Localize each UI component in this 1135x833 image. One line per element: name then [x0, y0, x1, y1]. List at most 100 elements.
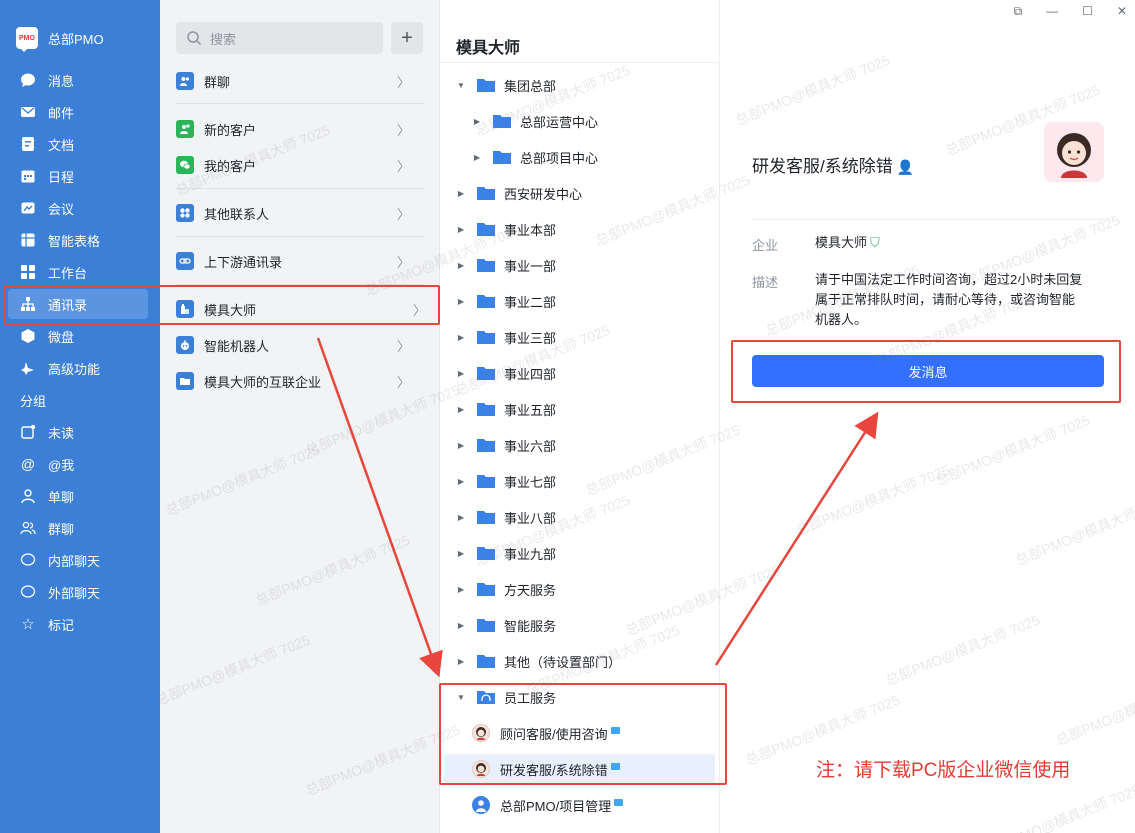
search-input[interactable]: 搜索: [176, 22, 383, 54]
org-title: 模具大师: [456, 40, 521, 57]
list-item-upstream-downstream[interactable]: 上下游通讯录 〉: [176, 246, 424, 276]
nav-item-mail[interactable]: 邮件: [8, 97, 148, 127]
at-icon: @: [20, 456, 36, 472]
list-item-other-contacts[interactable]: 其他联系人 〉: [176, 198, 424, 228]
list-item-new-customers[interactable]: 新的客户 〉: [176, 114, 424, 144]
pinwheel-icon: [176, 204, 194, 222]
chevron-right-icon: 〉: [396, 74, 410, 90]
list-item-group-chats[interactable]: 群聊 〉: [176, 66, 424, 96]
caret-right-icon[interactable]: ▶: [454, 657, 468, 666]
member-item[interactable]: 顾问客服/使用咨询: [472, 718, 620, 748]
caret-down-icon[interactable]: ▼: [454, 81, 468, 90]
nav-item-advanced[interactable]: 高级功能: [8, 353, 148, 383]
nav-item-messages[interactable]: 消息: [8, 65, 148, 95]
tree-node[interactable]: ▶ 事业一部: [454, 250, 556, 280]
tree-node[interactable]: ▶ 总部项目中心: [470, 142, 598, 172]
pin-window-button[interactable]: ⧉: [1014, 4, 1023, 19]
member-item[interactable]: 研发客服/系统除错: [444, 754, 715, 784]
avatar: [472, 724, 490, 742]
caret-right-icon[interactable]: ▶: [454, 441, 468, 450]
caret-right-icon[interactable]: ▶: [454, 621, 468, 630]
caret-right-icon[interactable]: ▶: [454, 369, 468, 378]
tree-node[interactable]: ▶ 总部运营中心: [470, 106, 598, 136]
caret-right-icon[interactable]: ▶: [470, 153, 484, 162]
list-item-label: 群聊: [204, 74, 231, 90]
caret-right-icon[interactable]: ▶: [454, 333, 468, 342]
tree-node[interactable]: ▶ 事业五部: [454, 394, 556, 424]
tree-node[interactable]: ▶ 智能服务: [454, 610, 556, 640]
tree-node[interactable]: ▼ 员工服务: [454, 682, 556, 712]
nav-group-unread[interactable]: 未读: [8, 417, 148, 447]
calendar-icon: [20, 168, 36, 184]
nav-group-at-me[interactable]: @ @我: [8, 449, 148, 479]
list-item-label: 上下游通讯录: [204, 254, 283, 270]
caret-right-icon[interactable]: ▶: [454, 297, 468, 306]
nav-group-group-chat[interactable]: 群聊: [8, 513, 148, 543]
nav-item-smart-sheet[interactable]: 智能表格: [8, 225, 148, 255]
sparkle-icon: [20, 360, 36, 376]
caret-right-icon[interactable]: ▶: [454, 513, 468, 522]
caret-right-icon[interactable]: ▶: [454, 477, 468, 486]
caret-right-icon[interactable]: ▶: [454, 405, 468, 414]
nav-group-starred[interactable]: ☆ 标记: [8, 609, 148, 639]
list-item-company[interactable]: 模具大师 〉: [164, 294, 440, 324]
tree-node[interactable]: ▼ 集团总部: [454, 70, 556, 100]
close-button[interactable]: ✕: [1117, 4, 1127, 19]
chevron-right-icon: 〉: [396, 338, 410, 354]
list-item-linked-companies[interactable]: 模具大师的互联企业 〉: [176, 366, 424, 396]
tree-node[interactable]: ▶ 事业七部: [454, 466, 556, 496]
tree-node-label: 事业九部: [504, 546, 557, 562]
tree-node-label: 总部运营中心: [520, 114, 599, 130]
nav-item-label: 文档: [48, 137, 75, 153]
avatar: [472, 760, 490, 778]
nav-item-drive[interactable]: 微盘: [8, 321, 148, 351]
contact-name: 研发客服/系统除错: [752, 157, 893, 176]
avatar[interactable]: [1044, 122, 1104, 182]
nav-group-single-chat[interactable]: 单聊: [8, 481, 148, 511]
caret-right-icon[interactable]: ▶: [454, 225, 468, 234]
contact-detail-panel: ⧉ — ☐ ✕ 研发客服/系统除错 👤 企业 模具大师 ⛉ 描述 请于中国法定工作时…: [720, 0, 1135, 833]
mail-icon: [20, 104, 36, 120]
add-button[interactable]: +: [391, 22, 423, 54]
tree-node[interactable]: ▶ 事业六部: [454, 430, 556, 460]
tree-node[interactable]: ▶ 事业四部: [454, 358, 556, 388]
tree-node[interactable]: ▶ 事业本部: [454, 214, 556, 244]
list-item-my-customers[interactable]: 我的客户 〉: [176, 150, 424, 180]
tree-node[interactable]: ▶ 事业二部: [454, 286, 556, 316]
member-item[interactable]: 总部PMO/项目管理: [472, 790, 624, 820]
caret-down-icon[interactable]: ▼: [454, 693, 468, 702]
caret-right-icon[interactable]: ▶: [454, 549, 468, 558]
list-item-label: 其他联系人: [204, 206, 270, 222]
caret-right-icon[interactable]: ▶: [454, 585, 468, 594]
tree-node[interactable]: ▶ 事业三部: [454, 322, 556, 352]
minimize-button[interactable]: —: [1046, 4, 1058, 19]
brand[interactable]: PMO 总部PMO: [16, 26, 104, 52]
caret-right-icon[interactable]: ▶: [454, 189, 468, 198]
nav-item-workbench[interactable]: 工作台: [8, 257, 148, 287]
nav-group-external-chat[interactable]: 外部聊天: [8, 577, 148, 607]
nav-item-calendar[interactable]: 日程: [8, 161, 148, 191]
tree-node[interactable]: ▶ 事业九部: [454, 538, 556, 568]
wechat-icon: [176, 156, 194, 174]
verified-shield-icon: ⛉: [870, 235, 880, 250]
workbench-icon: [20, 264, 36, 280]
caret-right-icon[interactable]: ▶: [454, 261, 468, 270]
tree-node[interactable]: ▶ 方天服务: [454, 574, 556, 604]
folder-icon: [476, 329, 504, 345]
list-item-label: 智能机器人: [204, 338, 270, 354]
tree-node[interactable]: ▶ 其他（待设置部门）: [454, 646, 621, 676]
send-message-button[interactable]: 发消息: [752, 355, 1104, 387]
caret-right-icon[interactable]: ▶: [470, 117, 484, 126]
nav-item-docs[interactable]: 文档: [8, 129, 148, 159]
nav-group-internal-chat[interactable]: 内部聊天: [8, 545, 148, 575]
list-item-robots[interactable]: 智能机器人 〉: [176, 330, 424, 360]
tree-node[interactable]: ▶ 西安研发中心: [454, 178, 582, 208]
tree-node[interactable]: ▶ 事业八部: [454, 502, 556, 532]
nav-item-label: 单聊: [48, 489, 75, 505]
chat-icon: [20, 584, 36, 600]
nav-item-meeting[interactable]: 会议: [8, 193, 148, 223]
nav-item-contacts[interactable]: 通讯录: [8, 289, 148, 319]
maximize-button[interactable]: ☐: [1082, 4, 1093, 19]
nav-item-label: 标记: [48, 617, 75, 633]
chat-bubble-icon: [610, 726, 620, 734]
